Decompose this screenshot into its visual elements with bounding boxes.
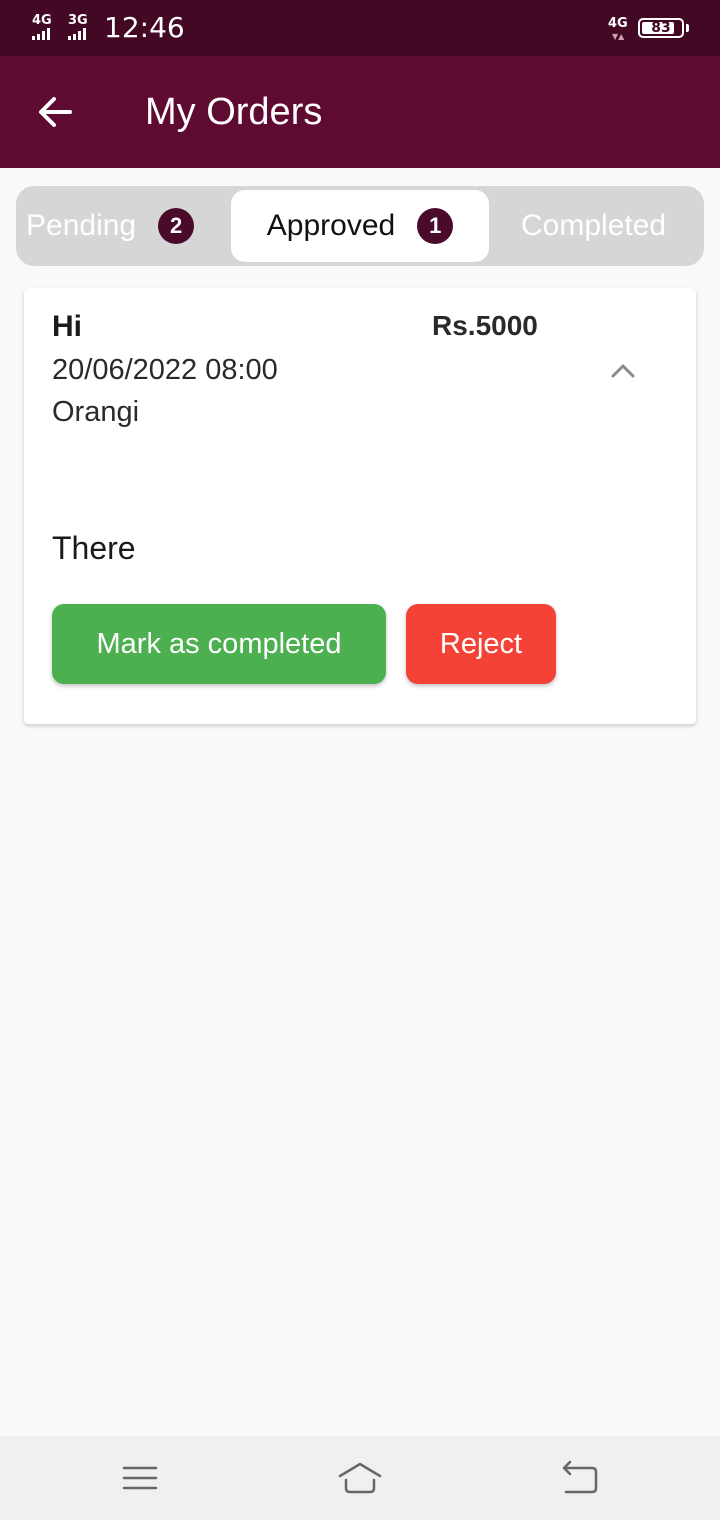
- arrow-left-icon: [39, 97, 72, 127]
- order-datetime: 20/06/2022 08:00: [52, 354, 278, 386]
- tab-completed[interactable]: Completed: [521, 190, 704, 262]
- tab-approved-label: Approved: [266, 209, 396, 242]
- home-icon[interactable]: [338, 1456, 382, 1500]
- tab-pending[interactable]: Pending 2: [26, 190, 195, 262]
- tab-pending-label: Pending: [26, 209, 137, 242]
- chevron-up-icon: [611, 364, 635, 378]
- network-right-label: 4G: [608, 16, 628, 31]
- order-location: Orangi: [52, 396, 140, 428]
- status-time: 12:46: [104, 11, 185, 44]
- signal-2-icon: [68, 28, 86, 40]
- tab-approved[interactable]: Approved 1: [231, 190, 489, 262]
- battery-tip: [686, 24, 689, 32]
- network-3g-label: 3G: [68, 13, 88, 28]
- tab-approved-count-badge: 1: [417, 208, 454, 244]
- order-name: Hi: [52, 310, 82, 343]
- collapse-toggle[interactable]: [608, 356, 638, 386]
- back-button[interactable]: [34, 90, 78, 134]
- battery-level: 83: [651, 20, 671, 36]
- order-status-tabs: Pending 2 Approved 1 Completed: [16, 186, 704, 266]
- menu-icon[interactable]: [118, 1456, 162, 1500]
- mark-completed-button[interactable]: Mark as completed: [52, 604, 386, 684]
- data-arrows-icon: ▼▲: [612, 32, 625, 41]
- order-card: Hi Rs.5000 20/06/2022 08:00 Orangi There…: [24, 288, 696, 724]
- network-4g-label: 4G: [32, 13, 52, 28]
- tab-completed-label: Completed: [521, 209, 667, 242]
- back-icon[interactable]: [558, 1456, 602, 1500]
- reject-button[interactable]: Reject: [406, 604, 556, 684]
- tab-pending-count-badge: 2: [158, 208, 195, 244]
- signal-1-icon: [32, 28, 50, 40]
- page-title: My Orders: [145, 91, 323, 133]
- order-note: There: [52, 530, 136, 566]
- order-price: Rs.5000: [432, 310, 538, 341]
- app-bar: My Orders: [0, 56, 720, 168]
- status-bar: 4G 3G 12:46 4G ▼▲ 83: [0, 0, 720, 56]
- system-nav-bar: [0, 1436, 720, 1520]
